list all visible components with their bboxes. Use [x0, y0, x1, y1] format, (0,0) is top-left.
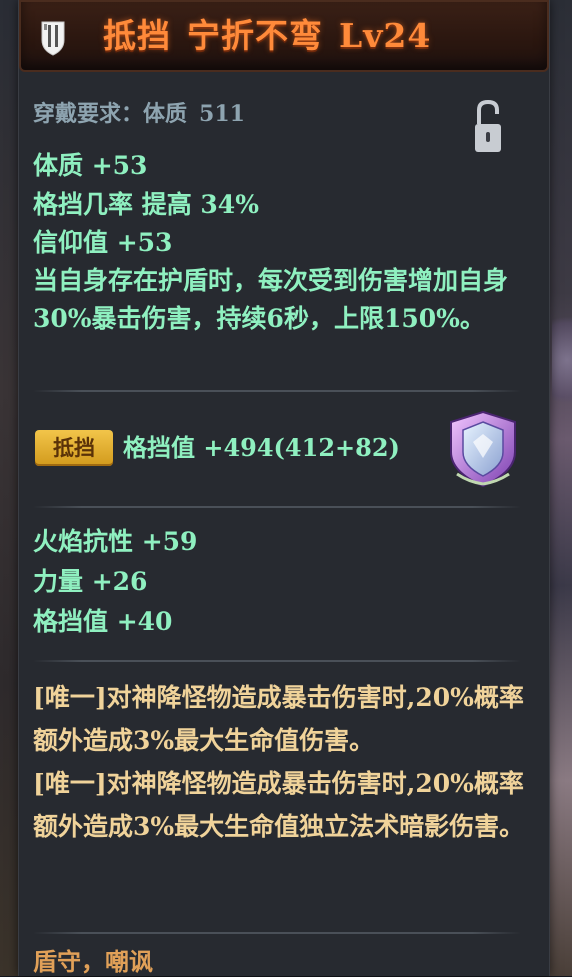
- stat-fire-resistance: 火焰抗性 +59: [33, 527, 198, 556]
- stat-block-value: 格挡值 +40: [33, 607, 173, 636]
- divider: [33, 506, 521, 508]
- item-tooltip-panel: 抵挡 宁折不弯 Lv24 穿戴要求：体质 511 体质 +53 格挡几率 提高 34%…: [18, 0, 550, 976]
- wear-requirement: 穿戴要求：体质 511: [33, 96, 245, 128]
- lock-icon[interactable]: [473, 98, 503, 154]
- requirement-label: 穿戴要求：体质: [33, 101, 188, 127]
- item-name: 抵挡: [103, 16, 171, 55]
- item-level: Lv24: [339, 16, 432, 55]
- shield-emblem-icon: [450, 410, 516, 488]
- block-value-stat: 格挡值 +494(412+82): [123, 433, 400, 462]
- divider: [33, 390, 521, 392]
- stat-block-chance: 格挡几率 提高 34%: [33, 190, 259, 219]
- divider: [33, 932, 521, 934]
- item-title: 抵挡 宁折不弯 Lv24: [103, 14, 431, 58]
- block-badge: 抵挡: [35, 430, 113, 466]
- stat-faith: 信仰值 +53: [33, 228, 173, 257]
- divider: [33, 660, 521, 662]
- unique-effect-1: [唯一]对神降怪物造成暴击伤害时,20%概率额外造成3%最大生命值伤害。: [33, 683, 524, 755]
- item-subtitle: 宁折不弯: [187, 16, 323, 55]
- stat-constitution: 体质 +53: [33, 151, 148, 180]
- item-tags: 盾守，嘲讽: [33, 947, 153, 976]
- requirement-value: 511: [199, 101, 245, 127]
- unique-effect-2: [唯一]对神降怪物造成暴击伤害时,20%概率额外造成3%最大生命值独立法术暗影伤…: [33, 769, 525, 841]
- shield-icon: [41, 21, 65, 56]
- special-effect-text: 当自身存在护盾时，每次受到伤害增加自身30%暴击伤害，持续6秒，上限150%。: [33, 266, 509, 333]
- unique-effects: [唯一]对神降怪物造成暴击伤害时,20%概率额外造成3%最大生命值伤害。 [唯一…: [33, 676, 528, 848]
- item-header: 抵挡 宁折不弯 Lv24: [19, 0, 549, 72]
- stat-strength: 力量 +26: [33, 567, 148, 596]
